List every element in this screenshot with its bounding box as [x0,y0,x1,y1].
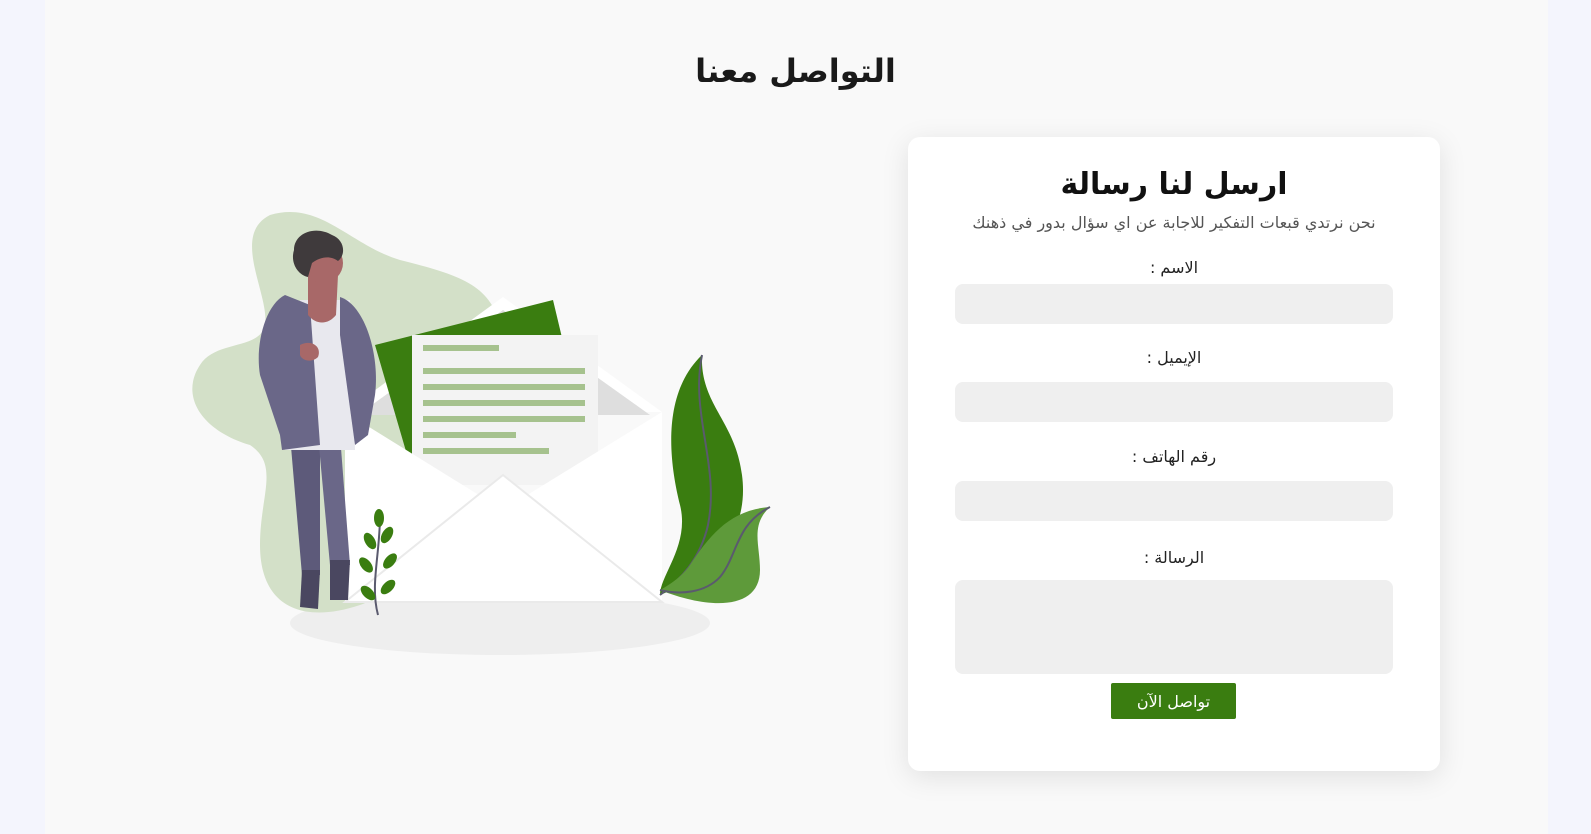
message-label: الرسالة : [1143,548,1205,567]
form-subtitle: نحن نرتدي قبعات التفكير للاجابة عن اي سؤ… [972,213,1376,232]
person-with-envelope-illustration [192,211,771,655]
form-title: ارسل لنا رسالة [1060,167,1288,202]
email-label: الإيميل : [1146,348,1202,367]
phone-input[interactable] [955,481,1393,521]
email-input[interactable] [955,382,1393,422]
page-title: التواصل معنا [695,52,896,90]
message-textarea[interactable] [955,580,1393,674]
name-label: الاسم : [1149,258,1199,277]
phone-label: رقم الهاتف : [1131,447,1217,466]
contact-form-card: ارسل لنا رسالة نحن نرتدي قبعات التفكير ل… [908,137,1440,771]
submit-button[interactable]: تواصل الآن [1111,683,1236,719]
contact-illustration [190,205,790,665]
name-input[interactable] [955,284,1393,324]
